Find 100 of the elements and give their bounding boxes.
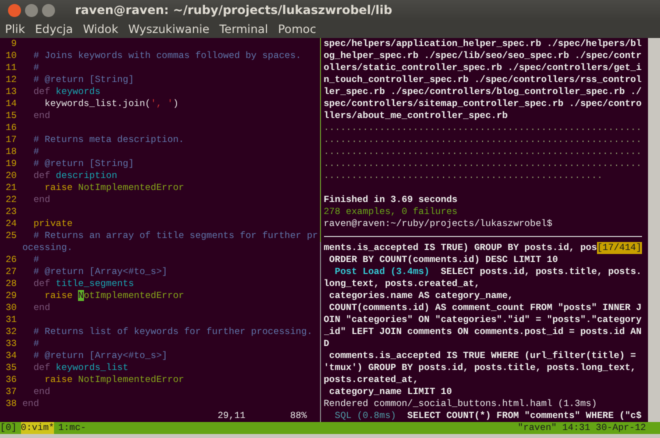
code-line: # @return [Array<#to_s>]	[32, 266, 168, 277]
code-line: end	[22, 398, 40, 409]
terminal-line: og_helper_spec.rb ./spec/lib/seo/seo_spec.rb ./spec/contr	[324, 50, 642, 62]
line-number: 9	[10, 38, 18, 50]
code-line: #	[32, 254, 40, 265]
line-number: 35	[4, 362, 18, 374]
line-number: 23	[4, 206, 18, 218]
terminal-line: SQL (0.8ms) SELECT COUNT(*) FROM "comments" WHERE ("c$	[334, 410, 642, 422]
scroll-position-indicator: [17/414]	[596, 242, 642, 254]
line-number: 20	[4, 170, 18, 182]
line-number: 30	[4, 302, 18, 314]
terminal-line: raven@raven:~/ruby/projects/lukaszwrobel$	[324, 218, 554, 230]
code-line: end	[32, 302, 50, 313]
terminal-line: llers/about_me_controller_spec.rb	[324, 110, 509, 122]
line-number: 27	[4, 266, 18, 278]
code-line: keywords_list.join(', ')	[44, 98, 179, 109]
code-line: def keywords_list	[32, 362, 128, 373]
code-line: private	[32, 218, 73, 229]
maximize-button[interactable]	[42, 4, 55, 16]
terminal-line: 'tmux') GROUP BY posts.id, posts.title, posts.long_text,	[324, 362, 636, 374]
code-line: # @return [String]	[32, 74, 134, 85]
code-line: raise NotImplementedError	[44, 290, 184, 301]
window-tab[interactable]: 1:mc-	[58, 422, 86, 434]
line-number: 16	[4, 122, 18, 134]
terminal-line: .........................................................	[324, 146, 642, 158]
menu-item[interactable]: Wyszukiwanie	[123, 20, 214, 38]
line-number: 25	[4, 230, 18, 242]
line-number: 11	[4, 62, 18, 74]
window-tab[interactable]: 0:vim*	[20, 422, 54, 434]
line-number: 32	[4, 326, 18, 338]
line-number: 14	[4, 98, 18, 110]
code-line: #	[32, 338, 40, 349]
line-number: 18	[4, 146, 18, 158]
code-line: end	[32, 110, 50, 121]
terminal-line: .........................................................	[324, 134, 642, 146]
terminal-line: categories.name AS category_name,	[328, 290, 514, 302]
terminal-line: 278 examples, 0 failures	[324, 206, 458, 218]
code-line: ocessing.	[22, 242, 73, 253]
terminal-line: ..................................................	[324, 170, 604, 182]
menu-item[interactable]: Terminal	[214, 20, 274, 38]
line-number: 38	[4, 398, 18, 410]
line-number: 24	[4, 218, 18, 230]
code-line: end	[32, 386, 50, 397]
code-line: raise NotImplementedError	[44, 182, 184, 193]
line-number: 22	[4, 194, 18, 206]
terminal-line: posts.created_at,	[324, 374, 418, 386]
code-line: # @return [Array<#to_s>]	[32, 350, 168, 361]
menu-item[interactable]: Edycja	[30, 20, 78, 38]
minimize-button[interactable]	[25, 4, 38, 16]
terminal-line: Rendered common/_social_buttons.html.haml (1.3ms)	[324, 398, 597, 410]
terminal-line: Finished in 3.69 seconds	[324, 194, 458, 206]
code-line: #	[32, 146, 40, 157]
line-number: 12	[4, 74, 18, 86]
line-number: 21	[4, 182, 18, 194]
menu-item[interactable]: Plik	[0, 20, 30, 38]
terminal-line: COUNT(comments.id) AS comment_count FROM "posts" INNER J	[328, 302, 642, 314]
line-number: 34	[4, 350, 18, 362]
terminal-line: .........................................................	[324, 158, 642, 170]
terminal-line: comments.is_accepted IS TRUE WHERE (url_filter(title) =	[328, 350, 636, 362]
terminal-line: category_name LIMIT 10	[328, 386, 452, 398]
terminal-line: ments.is_accepted IS TRUE) GROUP BY posts.id, pos	[324, 242, 597, 254]
code-line: # Returns meta description.	[32, 134, 184, 145]
terminal-line: spec/controllers/sitemap_controller_spec.rb ./spec/contro	[324, 98, 642, 110]
code-line: def title_segments	[32, 278, 134, 289]
line-number: 33	[4, 338, 18, 350]
line-number: 36	[4, 374, 18, 386]
terminal-line: n_touch_controller_spec.rb ./spec/controllers/rss_control	[324, 74, 642, 86]
terminal-line: ollers/static_controller_spec.rb ./spec/controllers/get_i	[324, 62, 642, 74]
scroll-percent: 88%	[290, 410, 307, 422]
terminal-line: ler_spec.rb ./spec/controllers/blog_controller_spec.rb ./	[324, 86, 642, 98]
terminal-line: long_text, posts.created_at,	[324, 278, 480, 290]
line-number: 19	[4, 158, 18, 170]
status-right: "raven" 14:31 30-Apr-12	[518, 422, 646, 434]
code-line: # Joins keywords with commas followed by spaces.	[32, 50, 302, 61]
window-title: raven@raven: ~/ruby/projects/lukaszwrobel/lib	[75, 2, 392, 19]
terminal-line: Post Load (3.4ms) SELECT posts.id, posts.title, posts.	[334, 266, 642, 278]
line-number: 37	[4, 386, 18, 398]
line-number: 10	[4, 50, 18, 62]
session-label: [0]	[0, 422, 17, 434]
line-number: 13	[4, 86, 18, 98]
terminal-line: spec/helpers/application_helper_spec.rb ./spec/helpers/bl	[324, 38, 642, 50]
terminal-line: .........................................................	[324, 122, 642, 134]
terminal-line: ORDER BY COUNT(comments.id) DESC LIMIT 10	[328, 254, 558, 266]
code-line: # Returns an array of title segments for further pr	[32, 230, 318, 241]
code-line: raise NotImplementedError	[44, 374, 184, 385]
cursor-position: 29,11	[218, 410, 246, 422]
terminal-line: OIN "categories" ON "categories"."id" = "posts"."category	[324, 314, 642, 326]
terminal-line: _id" LEFT JOIN comments ON comments.post_id = posts.id AN	[324, 326, 642, 338]
scrollbar[interactable]	[648, 38, 660, 422]
line-number: 26	[4, 254, 18, 266]
close-button[interactable]	[8, 4, 21, 16]
line-number: 31	[4, 314, 18, 326]
line-number: 28	[4, 278, 18, 290]
menu-item[interactable]: Widok	[78, 20, 124, 38]
line-number: 17	[4, 134, 18, 146]
code-line: # Returns list of keywords for further processing.	[32, 326, 312, 337]
code-line: def keywords	[32, 86, 100, 97]
line-number: 15	[4, 110, 18, 122]
code-line: def description	[32, 170, 118, 181]
menu-item[interactable]: Pomoc	[273, 20, 322, 38]
